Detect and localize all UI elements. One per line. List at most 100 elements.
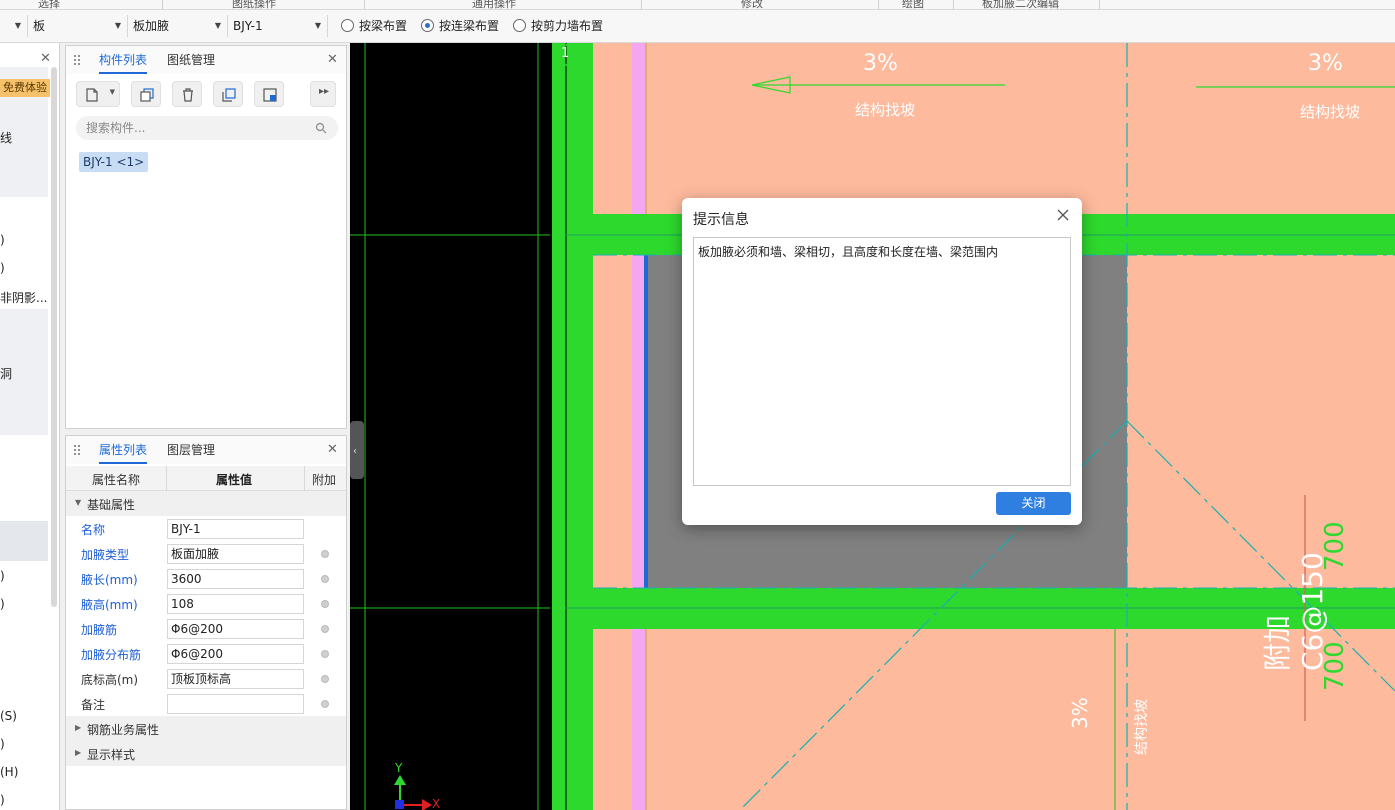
component-list-panel: 构件列表 图纸管理 ✕ ▼ ▸▸ 搜索构件... BJY-1 <1> (65, 45, 347, 429)
close-button[interactable]: 关闭 (996, 492, 1071, 515)
radio-by-shear-wall[interactable]: 按剪力墙布置 (513, 18, 603, 34)
type-combo[interactable]: 板加腋 ▼ (129, 15, 228, 37)
radio-by-coupling-beam[interactable]: 按连梁布置 (421, 18, 499, 34)
search-icon[interactable] (315, 122, 327, 134)
property-value-input[interactable]: 3600 (167, 569, 304, 589)
save-template-button[interactable] (254, 81, 284, 107)
property-value-input[interactable]: 板面加腋 (167, 544, 304, 564)
radio-by-beam-label: 按梁布置 (359, 19, 408, 33)
nav-item-selected[interactable] (0, 521, 48, 561)
extra-checkbox[interactable] (321, 625, 329, 633)
nav-item[interactable]: (S) (0, 709, 17, 723)
new-file-icon (86, 88, 98, 102)
nav-item[interactable]: ) (0, 793, 5, 807)
section-display-style[interactable]: ▶ 显示样式 (66, 741, 346, 766)
property-value-input[interactable]: Φ6@200 (167, 619, 304, 639)
dialog-title: 提示信息 (693, 212, 749, 228)
extra-checkbox[interactable] (321, 700, 329, 708)
delete-icon (183, 88, 193, 102)
floor-combo[interactable]: ▼ (0, 15, 28, 37)
nav-item[interactable]: ) (0, 233, 5, 247)
slope-label: 3% (1068, 697, 1092, 729)
close-icon[interactable] (1056, 208, 1070, 222)
property-row: 腋长(mm) 3600 (66, 566, 346, 591)
nav-item[interactable]: ) (0, 569, 5, 583)
property-row: 加腋筋 Φ6@200 (66, 616, 346, 641)
section-label: 基础属性 (87, 498, 136, 512)
property-header-row: 属性名称 属性值 附加 (66, 466, 346, 491)
property-row: 加腋分布筋 Φ6@200 (66, 641, 346, 666)
nav-item[interactable]: 非阴影... (0, 289, 47, 306)
new-component-button[interactable]: ▼ (76, 81, 120, 107)
dimension-label: 700 (1320, 641, 1350, 691)
slope-label: 3% (863, 51, 898, 76)
property-value-input[interactable]: 108 (167, 594, 304, 614)
caret-right-icon: ▶ (75, 723, 82, 732)
nav-item[interactable]: (H) (0, 765, 18, 779)
svg-text:‹: ‹ (353, 446, 357, 457)
property-name: 腋高(mm) (81, 598, 138, 612)
tab-layer-management[interactable]: 图层管理 (167, 441, 215, 458)
section-label: 钢筋业务属性 (87, 723, 160, 737)
slope-note: 结构找坡 (1134, 699, 1150, 755)
radio-by-beam[interactable]: 按梁布置 (341, 18, 407, 34)
section-label: 显示样式 (87, 748, 136, 762)
double-chevron-right-icon: ▸▸ (319, 86, 330, 97)
extra-checkbox[interactable] (321, 650, 329, 658)
extra-checkbox[interactable] (321, 675, 329, 683)
extra-checkbox[interactable] (321, 600, 329, 608)
property-name: 备注 (81, 698, 106, 712)
copy-to-floor-button[interactable] (213, 81, 243, 107)
property-value-input[interactable]: 顶板顶标高 (167, 669, 304, 689)
property-value-input[interactable]: Φ6@200 (167, 644, 304, 664)
delete-button[interactable] (172, 81, 202, 107)
tab-component-list[interactable]: 构件列表 (99, 51, 148, 74)
extra-checkbox[interactable] (321, 575, 329, 583)
close-icon[interactable]: ✕ (327, 52, 338, 67)
search-input[interactable]: 搜索构件... (76, 116, 338, 140)
trial-badge[interactable]: 免费体验 (0, 79, 50, 97)
component-combo[interactable]: BJY-1 ▼ (229, 15, 328, 37)
copy-button[interactable] (131, 81, 161, 107)
close-icon[interactable]: ✕ (40, 51, 51, 66)
drag-handle-icon[interactable] (73, 54, 81, 66)
navigation-panel: ✕ 免费体验 线 ) ) 非阴影... 洞 ) ) (S) ) (H) ) (0, 43, 60, 810)
nav-item[interactable]: 洞 (0, 365, 12, 382)
close-icon[interactable]: ✕ (327, 442, 338, 457)
nav-item[interactable]: 线 (0, 129, 12, 146)
slope-note: 结构找坡 (1300, 103, 1361, 121)
radio-by-shear-wall-label: 按剪力墙布置 (531, 19, 604, 33)
drag-handle-icon[interactable] (73, 444, 81, 456)
section-basic-properties[interactable]: ▼ 基础属性 (66, 491, 346, 516)
dimension-label: 700 (1320, 521, 1350, 571)
radio-by-coupling-beam-label: 按连梁布置 (439, 19, 500, 33)
save-icon (263, 88, 277, 102)
radio-unchecked-icon (341, 19, 354, 32)
radio-unchecked-icon (513, 19, 526, 32)
scrollbar[interactable] (51, 67, 57, 607)
extra-checkbox[interactable] (321, 550, 329, 558)
caret-down-icon: ▼ (75, 498, 82, 507)
radio-checked-icon (421, 19, 434, 32)
component-item[interactable]: BJY-1 <1> (79, 152, 149, 172)
nav-item[interactable]: ) (0, 597, 5, 611)
more-button[interactable]: ▸▸ (310, 81, 336, 107)
toolbar: ▼ 板 ▼ 板加腋 ▼ BJY-1 ▼ 按梁布置 按连梁布置 按剪力墙布置 (0, 10, 1395, 43)
property-value-input[interactable]: BJY-1 (167, 519, 304, 539)
header-property-name: 属性名称 (92, 473, 141, 487)
caret-right-icon: ▶ (75, 748, 82, 757)
section-rebar-properties[interactable]: ▶ 钢筋业务属性 (66, 716, 346, 741)
tab-drawing-management[interactable]: 图纸管理 (167, 51, 215, 68)
category-combo-value: 板 (33, 19, 46, 33)
property-value-input[interactable] (167, 694, 304, 714)
tab-property-list[interactable]: 属性列表 (99, 441, 148, 464)
property-name: 加腋类型 (81, 548, 130, 562)
header-extra: 附加 (312, 473, 337, 487)
property-name: 加腋筋 (81, 623, 118, 637)
dialog-message: 板加腋必须和墙、梁相切，且高度和长度在墙、梁范围内 (698, 245, 999, 259)
nav-item[interactable]: ) (0, 737, 5, 751)
nav-item[interactable]: ) (0, 261, 5, 275)
component-panel-tabs: 构件列表 图纸管理 ✕ (66, 46, 346, 74)
category-combo[interactable]: 板 ▼ (29, 15, 128, 37)
property-list-panel: 属性列表 图层管理 ✕ 属性名称 属性值 附加 ▼ 基础属性 名称 BJY-1 … (65, 435, 347, 810)
